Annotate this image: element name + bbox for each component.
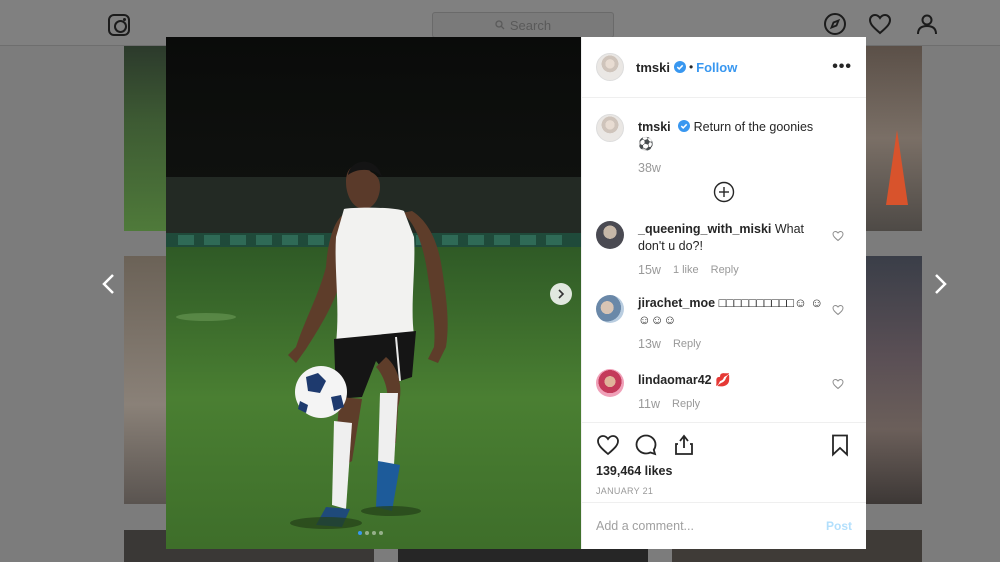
chevron-right-icon: [558, 289, 565, 299]
comment-item: lindaomar42 💋 11w Reply: [596, 369, 852, 411]
post-modal: tmski • Follow ••• tmski Return of the g…: [166, 37, 866, 549]
next-post-icon[interactable]: [930, 272, 950, 296]
profile-icon[interactable]: [915, 12, 939, 36]
post-media[interactable]: [166, 37, 581, 549]
post-photo: [166, 37, 581, 549]
post-actions: 139,464 likes JANUARY 21: [582, 422, 866, 502]
post-date[interactable]: JANUARY 21: [596, 486, 852, 496]
compass-icon[interactable]: [823, 12, 847, 36]
grid-thumbnail[interactable]: [124, 256, 166, 504]
grid-thumbnail[interactable]: [866, 46, 922, 231]
comment-username[interactable]: lindaomar42: [638, 373, 712, 387]
search-placeholder: Search: [509, 17, 552, 33]
search-box[interactable]: Search: [432, 12, 614, 38]
like-comment-heart-icon[interactable]: [832, 304, 844, 316]
bookmark-icon[interactable]: [828, 433, 852, 457]
comment-icon[interactable]: [634, 433, 658, 457]
reply-button[interactable]: Reply: [711, 264, 739, 276]
heart-icon[interactable]: [868, 12, 892, 36]
carousel-dot: [372, 531, 376, 535]
avatar[interactable]: [596, 369, 624, 397]
plus-circle-icon: [713, 181, 735, 203]
post-sidebar: tmski • Follow ••• tmski Return of the g…: [581, 37, 866, 549]
reply-button[interactable]: Reply: [672, 398, 700, 410]
comment-text: 💋: [715, 373, 731, 387]
caption: tmski Return of the goonies ⚽ 38w: [596, 114, 852, 175]
carousel-dot-active: [358, 531, 362, 535]
carousel-next-button[interactable]: [550, 283, 572, 305]
comment-like-count[interactable]: 1 like: [673, 264, 699, 276]
verified-badge-icon: [678, 120, 691, 132]
follow-button[interactable]: Follow: [696, 60, 737, 75]
comment-timestamp[interactable]: 13w: [638, 337, 661, 351]
carousel-dot: [379, 531, 383, 535]
like-comment-heart-icon[interactable]: [832, 378, 844, 390]
load-more-comments-button[interactable]: [596, 181, 852, 203]
grid-thumbnail[interactable]: [124, 46, 166, 231]
comments-list[interactable]: tmski Return of the goonies ⚽ 38w _queen…: [582, 98, 866, 422]
add-comment-bar: Post: [582, 502, 866, 549]
comment-timestamp[interactable]: 11w: [638, 397, 660, 411]
reply-button[interactable]: Reply: [673, 338, 701, 350]
search-icon: [495, 20, 505, 30]
caption-username[interactable]: tmski: [638, 120, 671, 134]
post-header: tmski • Follow •••: [582, 37, 866, 98]
add-comment-input[interactable]: [596, 519, 826, 533]
post-author-username[interactable]: tmski: [636, 60, 670, 75]
avatar[interactable]: [596, 53, 624, 81]
carousel-dot: [365, 531, 369, 535]
avatar[interactable]: [596, 295, 624, 323]
carousel-indicator: [358, 531, 383, 535]
likes-count[interactable]: 139,464 likes: [596, 464, 852, 478]
separator-dot: •: [688, 60, 694, 74]
previous-post-icon[interactable]: [99, 272, 119, 296]
traffic-cone: [886, 130, 908, 205]
like-heart-icon[interactable]: [596, 433, 620, 457]
caption-timestamp[interactable]: 38w: [638, 161, 661, 175]
verified-badge-icon: [673, 61, 686, 73]
instagram-logo-icon[interactable]: [108, 14, 130, 36]
comment-item: _queening_with_miski What don't u do?! 1…: [596, 221, 852, 277]
comment-username[interactable]: jirachet_moe: [638, 296, 715, 310]
post-comment-button[interactable]: Post: [826, 519, 852, 533]
avatar[interactable]: [596, 221, 624, 249]
like-comment-heart-icon[interactable]: [832, 230, 844, 242]
comment-timestamp[interactable]: 15w: [638, 263, 661, 277]
comment-item: jirachet_moe □□□□□□□□□□☺ ☺☺☺☺ 13w Reply: [596, 295, 852, 351]
avatar[interactable]: [596, 114, 624, 142]
grid-thumbnail[interactable]: [866, 256, 922, 504]
comment-username[interactable]: _queening_with_miski: [638, 222, 771, 236]
share-icon[interactable]: [672, 433, 696, 457]
more-options-button[interactable]: •••: [832, 58, 852, 76]
